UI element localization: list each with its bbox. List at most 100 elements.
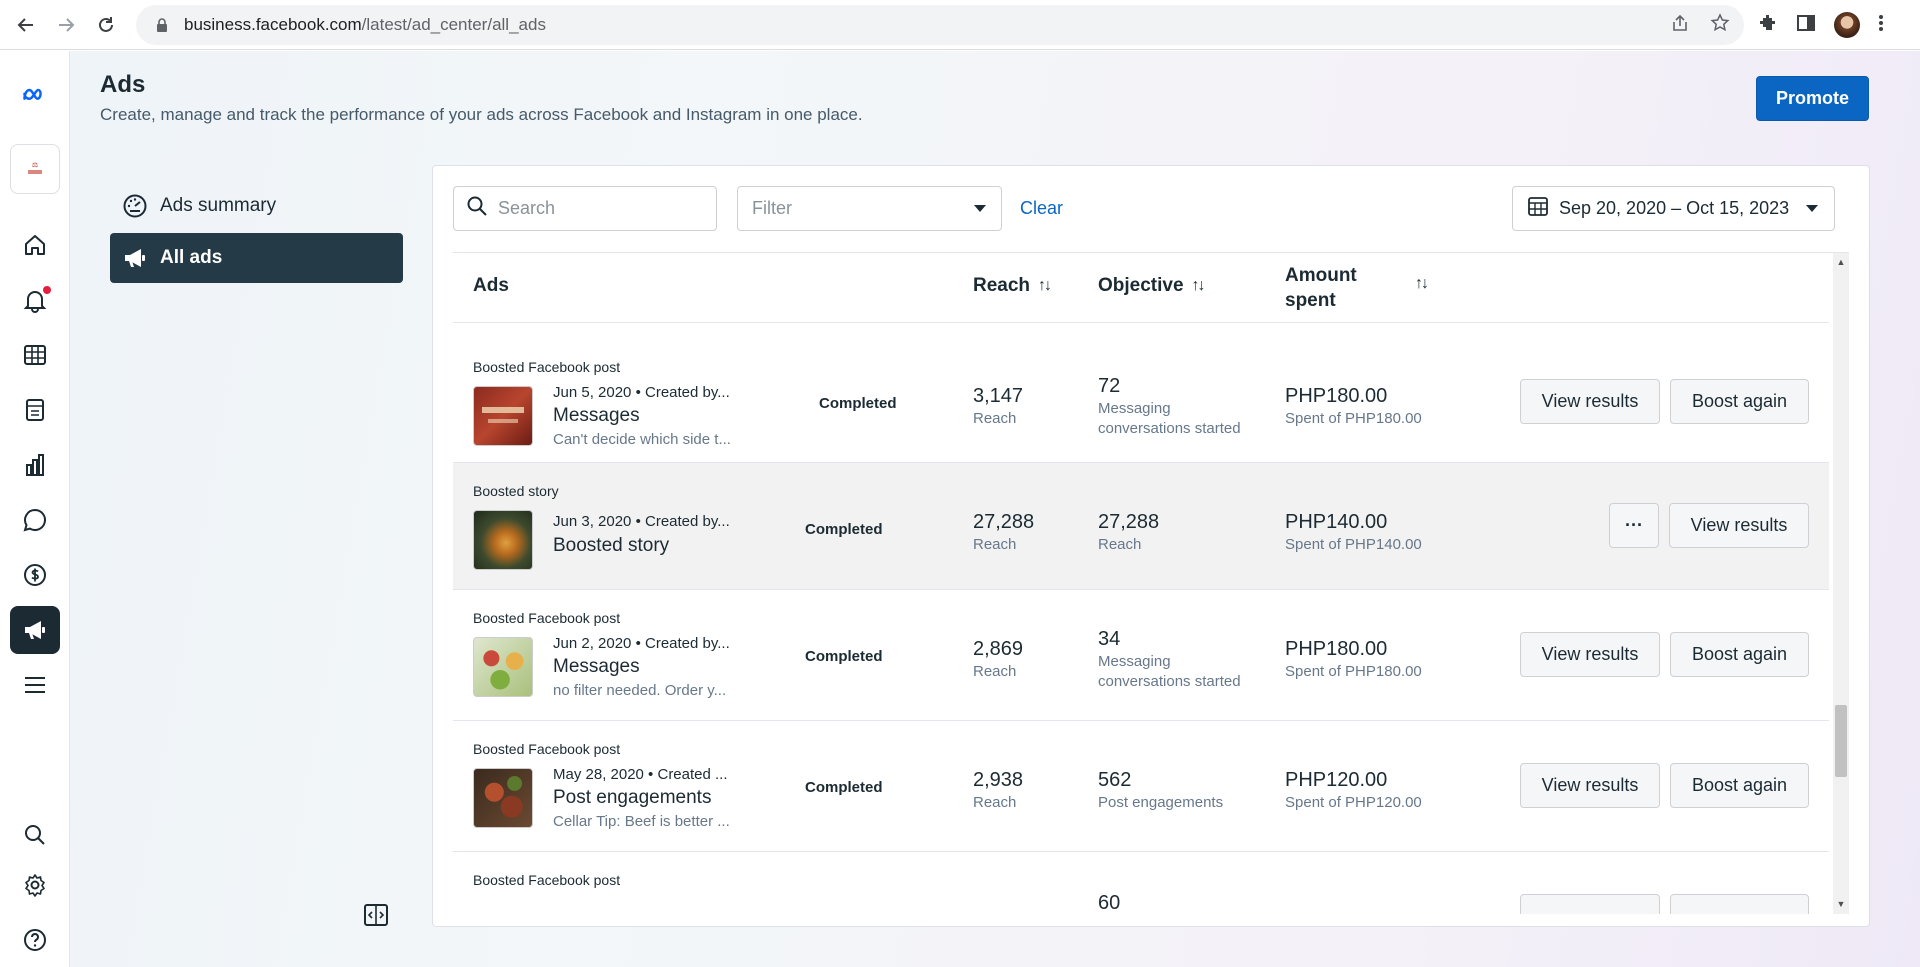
share-icon[interactable]	[1670, 13, 1690, 38]
gauge-icon	[122, 193, 148, 219]
ad-meta: May 28, 2020 • Created ...	[553, 766, 728, 783]
bar-chart-icon[interactable]	[10, 441, 60, 489]
ad-description: Can't decide which side t...	[553, 431, 731, 448]
scroll-down-icon[interactable]: ▼	[1836, 899, 1846, 909]
filter-placeholder: Filter	[752, 198, 792, 218]
objective-value: 27,288	[1098, 511, 1160, 533]
home-icon[interactable]	[10, 221, 60, 269]
column-header-reach[interactable]: Reach ↑↓	[973, 275, 1052, 297]
ad-name[interactable]: Post engagements	[553, 787, 711, 809]
column-header-objective[interactable]: Objective ↑↓	[1098, 275, 1206, 297]
boost-again-button[interactable]: Boost again	[1670, 763, 1809, 808]
page-subtitle: Create, manage and track the performance…	[100, 105, 863, 124]
reach-label: Reach	[973, 410, 1017, 427]
ad-name[interactable]: Messages	[553, 656, 640, 678]
promote-button[interactable]: Promote	[1756, 76, 1869, 121]
notification-dot	[43, 286, 51, 294]
view-results-button[interactable]: View results	[1520, 632, 1660, 677]
calendar-icon	[1527, 195, 1549, 222]
scrollbar-thumb[interactable]	[1835, 705, 1847, 777]
ad-description: no filter needed. Order y...	[553, 682, 727, 699]
search-icon[interactable]	[10, 811, 60, 859]
reach-label: Reach	[973, 794, 1017, 811]
gear-icon[interactable]	[10, 861, 60, 909]
status-badge: Completed	[805, 395, 897, 412]
reload-icon[interactable]	[88, 7, 124, 43]
sort-icon[interactable]: ↑↓	[1415, 275, 1429, 293]
table-header: Ads Reach ↑↓ Objective ↑↓ Amount spent ↑↓	[453, 253, 1829, 323]
objective-label: Messaging	[1098, 653, 1171, 670]
sort-icon[interactable]: ↑↓	[1192, 277, 1206, 295]
amount-spent-value: PHP120.00	[1285, 769, 1388, 791]
extensions-icon[interactable]	[1758, 13, 1778, 38]
search-icon	[466, 195, 488, 222]
boost-again-button[interactable]: Boost again	[1670, 379, 1809, 424]
table-row[interactable]: Boosted Facebook post May 28, 2020 • Cre…	[453, 721, 1829, 852]
brand-thumbnail[interactable]: ⚖	[10, 144, 60, 194]
caret-down-icon	[1805, 198, 1819, 219]
view-results-button[interactable]: View results	[1520, 379, 1660, 424]
collapse-sidebar-icon[interactable]	[362, 901, 390, 929]
table-row[interactable]: Boosted Facebook post Jun 2, 2020 • Crea…	[453, 590, 1829, 721]
ad-name[interactable]: Boosted story	[553, 535, 669, 557]
menu-icon[interactable]	[10, 661, 60, 709]
ad-type: Boosted Facebook post	[473, 610, 621, 626]
ad-meta: Jun 5, 2020 • Created by...	[553, 384, 730, 401]
profile-avatar[interactable]	[1834, 12, 1860, 38]
objective-label: conversations started	[1098, 673, 1241, 690]
lock-icon	[152, 18, 172, 32]
bell-icon[interactable]	[10, 276, 60, 324]
sidebar-item-ads-summary[interactable]: Ads summary	[110, 181, 403, 231]
scroll-up-icon[interactable]: ▲	[1836, 257, 1846, 267]
ad-name[interactable]: Messages	[553, 405, 640, 427]
megaphone-icon[interactable]	[10, 606, 60, 654]
sidebar-item-label: Ads summary	[160, 195, 277, 216]
ad-type: Boosted Facebook post	[473, 872, 621, 888]
table-row[interactable]: Boosted Facebook post Jun 5, 2020 • Crea…	[453, 339, 1829, 463]
ad-type: Boosted Facebook post	[473, 359, 621, 375]
ad-thumbnail[interactable]	[473, 510, 533, 570]
star-icon[interactable]	[1710, 12, 1730, 38]
forward-icon[interactable]	[48, 7, 84, 43]
dollar-icon[interactable]	[10, 551, 60, 599]
caret-down-icon	[973, 198, 987, 219]
ad-thumbnail[interactable]	[473, 637, 533, 697]
table-row[interactable]: Boosted Facebook post 60	[453, 852, 1829, 914]
column-header-amount-spent[interactable]: Amount spent	[1285, 263, 1357, 313]
address-bar[interactable]: business.facebook.com/latest/ad_center/a…	[136, 5, 1744, 45]
ad-thumbnail[interactable]	[473, 386, 533, 446]
reach-value: 2,938	[973, 769, 1024, 791]
objective-label: Post engagements	[1098, 794, 1224, 811]
objective-label: Messaging	[1098, 400, 1171, 417]
date-range-picker[interactable]: Sep 20, 2020 – Oct 15, 2023	[1512, 186, 1835, 231]
table-icon[interactable]	[10, 331, 60, 379]
boost-again-button[interactable]: Boost again	[1670, 632, 1809, 677]
help-icon[interactable]	[10, 916, 60, 964]
ad-meta: Jun 3, 2020 • Created by...	[553, 513, 730, 530]
clear-button[interactable]: Clear	[1020, 198, 1063, 219]
sort-icon[interactable]: ↑↓	[1038, 277, 1052, 295]
objective-label: conversations started	[1098, 420, 1241, 437]
reach-label: Reach	[973, 536, 1017, 553]
more-options-button[interactable]: ···	[1609, 503, 1659, 548]
more-vert-icon[interactable]	[1878, 13, 1884, 38]
view-results-button[interactable]	[1520, 894, 1660, 914]
back-icon[interactable]	[8, 7, 44, 43]
amount-spent-label: Spent of PHP180.00	[1285, 410, 1422, 427]
side-panel-icon[interactable]	[1796, 13, 1816, 38]
view-results-button[interactable]: View results	[1520, 763, 1660, 808]
table-row[interactable]: Boosted story Jun 3, 2020 • Created by..…	[453, 463, 1829, 590]
pages-icon[interactable]	[10, 386, 60, 434]
boost-again-button[interactable]	[1670, 894, 1809, 914]
filter-dropdown[interactable]: Filter	[737, 186, 1002, 231]
ad-type: Boosted Facebook post	[473, 741, 621, 757]
sidebar-item-all-ads[interactable]: All ads	[110, 233, 403, 283]
view-results-button[interactable]: View results	[1669, 503, 1809, 548]
ad-thumbnail[interactable]	[473, 768, 533, 828]
search-field[interactable]	[453, 186, 717, 231]
search-input[interactable]	[498, 198, 698, 219]
ads-table-card: Filter Clear Sep 20, 2020 – Oct 15, 2023…	[432, 165, 1870, 927]
table-scrollbar[interactable]: ▲ ▼	[1833, 253, 1849, 914]
meta-logo[interactable]	[10, 71, 60, 119]
chat-icon[interactable]	[10, 496, 60, 544]
